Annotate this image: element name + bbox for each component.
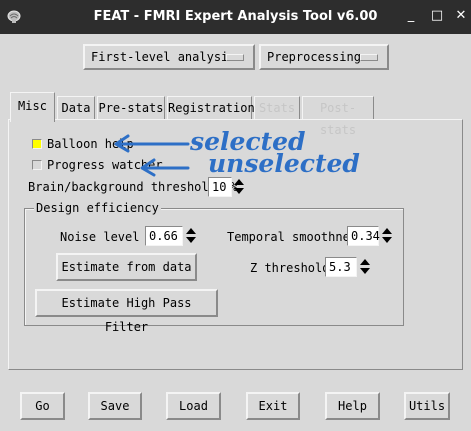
tab-registration-label: Registration (168, 101, 255, 115)
noise-level-field[interactable]: 0.66 (145, 226, 183, 246)
analysis-level-menu[interactable]: First-level analysis (83, 44, 255, 70)
spin-up-icon[interactable] (186, 228, 196, 234)
design-efficiency-title: Design efficiency (34, 200, 161, 216)
menu-indicator-icon (360, 54, 378, 61)
tab-data[interactable]: Data (57, 96, 95, 120)
annotation-arrows (114, 134, 190, 177)
analysis-stage-menu[interactable]: Preprocessing (259, 44, 389, 70)
temporal-smoothness-field[interactable]: 0.34 (347, 226, 380, 246)
maximize-icon[interactable]: □ (430, 9, 444, 23)
analysis-level-label: First-level analysis (91, 50, 236, 64)
close-icon[interactable]: ✕ (454, 9, 468, 23)
go-button[interactable]: Go (20, 392, 65, 420)
brain-threshold-spinner[interactable] (233, 177, 247, 197)
spin-down-icon[interactable] (360, 268, 370, 274)
z-threshold-spinner[interactable] (359, 257, 373, 277)
spin-up-icon[interactable] (360, 259, 370, 265)
tab-misc[interactable]: Misc (10, 92, 55, 122)
tab-pre-stats-label: Pre-stats (98, 101, 164, 115)
arrow-to-progress-watcher-icon (140, 158, 190, 177)
checkbox-indicator-unchecked (32, 160, 42, 170)
noise-level-label: Noise level % (60, 230, 154, 244)
tab-misc-label: Misc (18, 99, 47, 113)
tab-stats-label: Stats (258, 101, 296, 115)
estimate-from-data-button[interactable]: Estimate from data (56, 253, 197, 281)
tab-stats: Stats (254, 96, 300, 120)
spin-down-icon[interactable] (382, 237, 392, 243)
utils-button[interactable]: Utils (404, 392, 450, 420)
spin-down-icon[interactable] (186, 237, 196, 243)
help-button[interactable]: Help (325, 392, 380, 420)
arrow-to-balloon-help-icon (114, 134, 190, 153)
exit-button[interactable]: Exit (246, 392, 300, 420)
load-button[interactable]: Load (166, 392, 221, 420)
temporal-smoothness-spinner[interactable] (381, 226, 395, 246)
tab-data-label: Data (61, 101, 91, 115)
spin-up-icon[interactable] (382, 228, 392, 234)
estimate-high-pass-filter-button[interactable]: Estimate High Pass Filter (35, 289, 218, 334)
temporal-smoothness-label: Temporal smoothness (227, 230, 365, 244)
save-button[interactable]: Save (88, 392, 142, 420)
brain-threshold-field[interactable]: 10 (208, 177, 232, 197)
menu-indicator-icon (226, 54, 244, 61)
analysis-stage-label: Preprocessing (267, 50, 361, 64)
noise-level-spinner[interactable] (185, 226, 199, 246)
tab-pre-stats[interactable]: Pre-stats (97, 96, 165, 120)
tab-registration[interactable]: Registration (167, 96, 255, 120)
z-threshold-field[interactable]: 5.3 (325, 257, 357, 277)
tab-post-stats: Post-stats (302, 96, 374, 137)
spin-up-icon[interactable] (234, 179, 244, 185)
minimize-icon[interactable]: _ (404, 9, 418, 23)
brain-threshold-label: Brain/background threshold, % (28, 180, 238, 194)
z-threshold-label: Z threshold (250, 261, 330, 275)
checkbox-indicator-checked (32, 139, 42, 149)
window-title: FEAT - FMRI Expert Analysis Tool v6.00 (93, 9, 378, 24)
spin-down-icon[interactable] (234, 188, 244, 194)
annotation-unselected: unselected (208, 149, 360, 178)
